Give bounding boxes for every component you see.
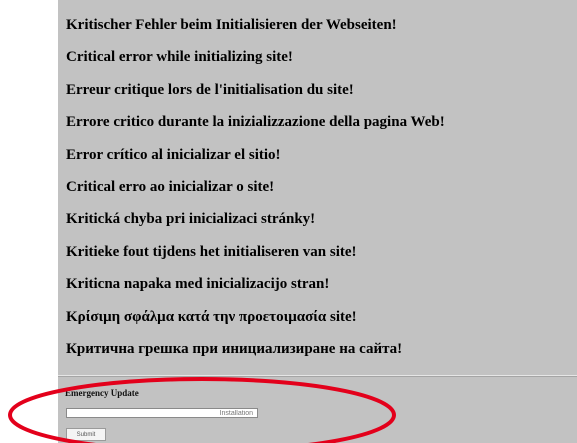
error-message-bulgarian: Критична грешка при инициализиране на са… [66, 340, 403, 357]
error-message-english: Critical error while initializing site! [66, 49, 293, 66]
error-message-italian: Errore critico durante la inizializzazio… [66, 114, 445, 131]
error-message-list: Kritischer Fehler beim Initialisieren de… [66, 9, 445, 365]
error-message-slovenian: Kriticna napaka med inicializacijo stran… [66, 276, 330, 293]
error-message-french: Erreur critique lors de l'initialisation… [66, 81, 354, 98]
error-message-german: Kritischer Fehler beim Initialisieren de… [66, 17, 397, 33]
emergency-update-title: Emergency Update [65, 388, 139, 398]
error-message-portuguese: Critical erro ao inicializar o site! [66, 178, 275, 195]
error-page-panel: Kritischer Fehler beim Initialisieren de… [58, 0, 577, 443]
emergency-update-input[interactable] [66, 408, 258, 418]
error-message-dutch: Kritieke fout tijdens het initialiseren … [66, 243, 357, 260]
section-divider [58, 375, 577, 377]
error-message-czech: Kritická chyba pri inicializaci stránky! [66, 211, 316, 228]
submit-button[interactable]: Submit [66, 428, 106, 441]
error-message-greek: Κρίσιμη σφάλμα κατά την προετοιμασία sit… [66, 308, 357, 325]
error-message-spanish: Error crítico al inicializar el sitio! [66, 146, 281, 163]
